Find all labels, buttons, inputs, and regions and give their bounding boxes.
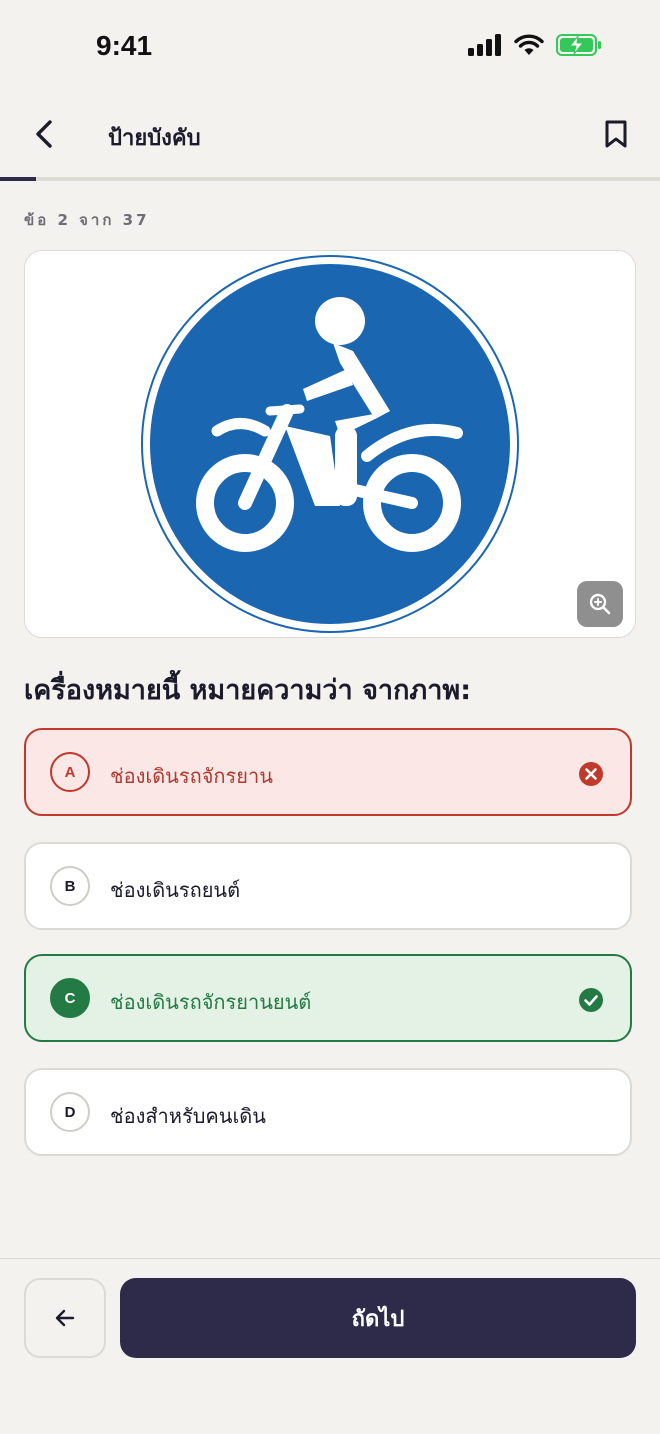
option-letter: D bbox=[50, 1092, 90, 1132]
cellular-signal-icon bbox=[468, 34, 501, 56]
bookmark-icon bbox=[605, 120, 627, 148]
status-icons bbox=[468, 34, 602, 56]
app-header: ป้ายบังคับ bbox=[0, 96, 660, 176]
zoom-in-icon bbox=[589, 593, 611, 615]
previous-button[interactable] bbox=[24, 1278, 106, 1358]
option-letter: B bbox=[50, 866, 90, 906]
footer-divider bbox=[0, 1258, 660, 1259]
page-title: ป้ายบังคับ bbox=[108, 126, 201, 151]
option-d[interactable]: D ช่องสำหรับคนเดิน bbox=[24, 1068, 632, 1156]
status-bar: 9:41 bbox=[0, 0, 660, 96]
status-time: 9:41 bbox=[96, 30, 153, 61]
question-text: เครื่องหมายนี้ หมายความว่า จากภาพ: bbox=[24, 675, 471, 706]
option-b[interactable]: B ช่องเดินรถยนต์ bbox=[24, 842, 632, 930]
option-c[interactable]: C ช่องเดินรถจักรยานยนต์ bbox=[24, 954, 632, 1042]
wifi-icon bbox=[514, 34, 544, 55]
option-letter: A bbox=[50, 752, 90, 792]
question-counter: ข้อ 2 จาก 37 bbox=[24, 211, 150, 229]
back-button[interactable] bbox=[24, 114, 64, 154]
progress-fill bbox=[0, 177, 36, 181]
sign-image-card bbox=[24, 250, 636, 638]
motorcycle-sign-image bbox=[141, 255, 519, 633]
next-button[interactable]: ถัดไป bbox=[120, 1278, 636, 1358]
zoom-button[interactable] bbox=[577, 581, 623, 627]
option-label: ช่องเดินรถจักรยานยนต์ bbox=[110, 990, 312, 1014]
option-letter: C bbox=[50, 978, 90, 1018]
option-label: ช่องเดินรถยนต์ bbox=[110, 878, 241, 902]
arrow-left-icon bbox=[55, 1309, 75, 1327]
chevron-left-icon bbox=[36, 120, 52, 148]
bookmark-button[interactable] bbox=[596, 114, 636, 154]
wrong-x-icon bbox=[579, 762, 603, 786]
battery-charging-icon bbox=[556, 34, 601, 56]
correct-check-icon bbox=[579, 988, 603, 1012]
option-a[interactable]: A ช่องเดินรถจักรยาน bbox=[24, 728, 632, 816]
option-label: ช่องสำหรับคนเดิน bbox=[110, 1104, 266, 1128]
progress-bar bbox=[0, 177, 660, 181]
option-label: ช่องเดินรถจักรยาน bbox=[110, 764, 273, 788]
